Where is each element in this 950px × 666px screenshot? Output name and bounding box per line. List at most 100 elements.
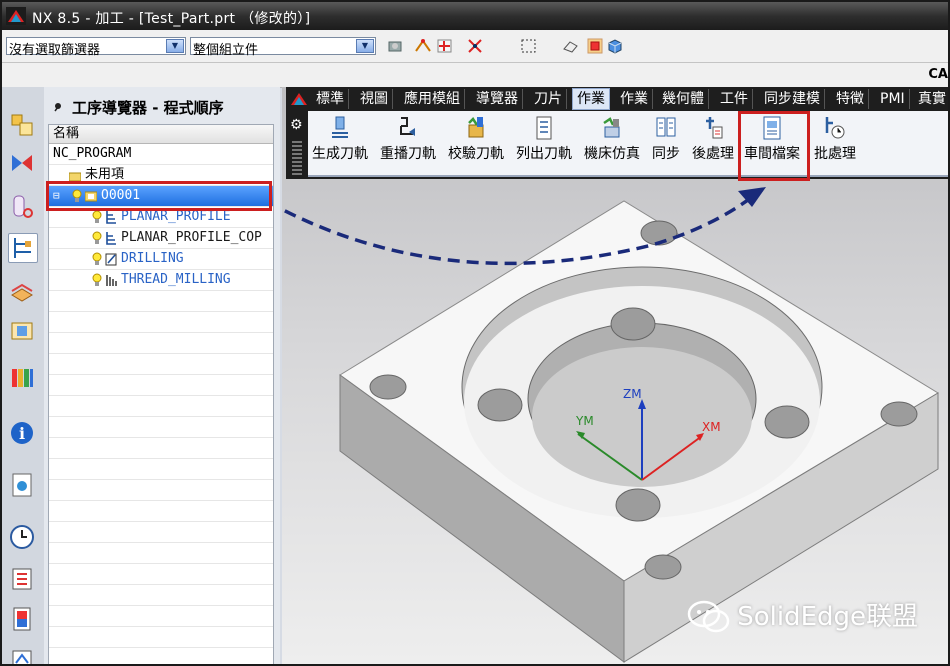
nx-app-icon [6, 7, 26, 25]
tree-row-empty [49, 438, 273, 459]
postprocess-button[interactable]: 後處理 [692, 115, 734, 163]
point-filter-icon[interactable] [436, 37, 454, 55]
axis-label-y: YM [575, 414, 594, 428]
bulb-icon [92, 231, 102, 244]
tree-row-empty [49, 543, 273, 564]
intersection-icon[interactable] [466, 37, 484, 55]
synchronize-icon [656, 117, 676, 137]
tree-row-empty [49, 396, 273, 417]
visualization-icon[interactable] [8, 605, 36, 633]
method-view-icon[interactable] [8, 193, 36, 221]
axis-label-x: XM [702, 420, 721, 434]
chevron-down-icon[interactable]: ▼ [356, 39, 374, 53]
tab-true-shading[interactable]: 真實 [914, 89, 948, 109]
thread-milling-icon [106, 275, 117, 286]
pin-icon[interactable] [52, 101, 64, 113]
highlight-box-program [46, 181, 272, 211]
selection-filter-value: 沒有選取篩選器 [9, 43, 101, 58]
tab-synchronous-modeling[interactable]: 同步建模 [760, 89, 825, 109]
geometry-view-icon[interactable] [8, 149, 36, 177]
graphics-window: ZM YM XM 標準 視圖 應用模組 導覽器 刀片 作業 作業 幾何體 工件 … [282, 87, 948, 664]
component-icon[interactable] [586, 37, 604, 55]
planar-profile-icon [106, 232, 116, 245]
assembly-navigator-icon[interactable] [8, 317, 36, 345]
axis-label-z: ZM [623, 387, 642, 401]
button-label: 校驗刀軌 [448, 146, 504, 162]
web-browser-icon[interactable] [8, 471, 36, 499]
tab-view[interactable]: 視圖 [356, 89, 393, 109]
truncated-toolbar-label: CA [928, 67, 948, 82]
tree-row-nc-program[interactable]: NC_PROGRAM [49, 144, 273, 165]
process-studio-icon[interactable] [8, 565, 36, 593]
generate-toolpath-button[interactable]: 生成刀軌 [312, 115, 368, 163]
operation-navigator-icon[interactable] [8, 233, 38, 263]
ribbon: ⚙ 生成刀軌 重播刀軌 校驗刀軌 列出刀軌 機床仿真 同步 後處理 車間檔案 批… [286, 111, 948, 181]
button-label: 同步 [652, 146, 680, 162]
selection-toolbar: 沒有選取篩選器 ▼ 整個組立件 ▼ [2, 30, 948, 63]
navigator-title: 工序導覽器 - 程式順序 [52, 97, 224, 118]
gear-icon[interactable]: ⚙ [290, 117, 303, 133]
bulb-icon [92, 273, 102, 286]
tree-row-label: DRILLING [121, 251, 184, 266]
tree-row-operation[interactable]: DRILLING [49, 249, 273, 270]
tree-row-empty [49, 375, 273, 396]
tree-row-empty [49, 564, 273, 585]
ribbon-grip[interactable] [292, 141, 302, 175]
solid-body-icon[interactable] [606, 37, 624, 55]
list-toolpath-button[interactable]: 列出刀軌 [516, 115, 572, 163]
secondary-toolbar: CA [2, 63, 948, 88]
tab-operation[interactable]: 作業 [616, 89, 653, 109]
tab-pmi[interactable]: PMI [876, 89, 910, 109]
tab-navigator[interactable]: 導覽器 [472, 89, 523, 109]
button-label: 批處理 [814, 146, 856, 162]
tab-inserts[interactable]: 刀片 [530, 89, 567, 109]
machine-simulation-icon [603, 117, 620, 138]
tree-row-empty [49, 585, 273, 606]
planar-profile-icon [106, 211, 116, 224]
batch-process-icon [825, 117, 845, 139]
general-selection-icon[interactable] [386, 37, 404, 55]
info-feed-icon[interactable]: i [8, 419, 36, 447]
snap-point-icon[interactable] [414, 37, 432, 55]
selection-scope-combo[interactable]: 整個組立件 ▼ [190, 37, 376, 58]
bulb-icon [92, 252, 102, 265]
rectangle-select-icon[interactable] [520, 37, 538, 55]
machining-feature-icon[interactable] [8, 279, 36, 307]
batch-process-button[interactable]: 批處理 [814, 115, 856, 163]
eraser-icon[interactable] [562, 37, 580, 55]
tree-row-empty [49, 417, 273, 438]
tree-row-empty [49, 459, 273, 480]
verify-toolpath-button[interactable]: 校驗刀軌 [448, 115, 504, 163]
watermark-text: SolidEdge联盟 [737, 601, 918, 632]
role-icon[interactable] [8, 645, 36, 664]
nx-window: NX 8.5 - 加工 - [Test_Part.prt （修改的）] 沒有選取… [2, 2, 948, 664]
tree-row-empty [49, 501, 273, 522]
drilling-icon [105, 253, 117, 266]
tab-application[interactable]: 應用模組 [400, 89, 465, 109]
tab-feature[interactable]: 特徵 [832, 89, 869, 109]
column-header-name[interactable]: 名稱 [49, 125, 273, 144]
tree-row-label: PLANAR_PROFILE_COP [121, 230, 262, 245]
tree-row-operation[interactable]: THREAD_MILLING [49, 270, 273, 291]
machine-tool-navigator-icon[interactable] [8, 111, 36, 139]
chevron-down-icon[interactable]: ▼ [166, 39, 184, 53]
synchronize-button[interactable]: 同步 [652, 115, 680, 163]
bulb-icon [92, 210, 102, 223]
tree-row-label: NC_PROGRAM [53, 146, 132, 161]
selection-filter-combo[interactable]: 沒有選取篩選器 ▼ [6, 37, 186, 58]
tab-standard[interactable]: 標準 [312, 89, 349, 109]
nx-logo-icon[interactable] [290, 91, 308, 107]
history-clock-icon[interactable] [8, 523, 36, 551]
tree-row-operation[interactable]: PLANAR_PROFILE_COP [49, 228, 273, 249]
tab-geometry[interactable]: 幾何體 [658, 89, 709, 109]
color-palette-icon[interactable] [8, 363, 36, 391]
operation-navigator-panel: 工序導覽器 - 程式順序 名稱 NC_PROGRAM 未用項 ⊟ O0001 P… [44, 87, 280, 664]
button-label: 生成刀軌 [312, 146, 368, 162]
tab-workpiece[interactable]: 工件 [716, 89, 753, 109]
tree-row-empty [49, 312, 273, 333]
wechat-logo-icon [687, 600, 730, 633]
replay-toolpath-button[interactable]: 重播刀軌 [380, 115, 436, 163]
machine-simulation-button[interactable]: 機床仿真 [584, 115, 640, 163]
tab-operation-active[interactable]: 作業 [572, 88, 610, 110]
tree-row-empty [49, 648, 273, 664]
